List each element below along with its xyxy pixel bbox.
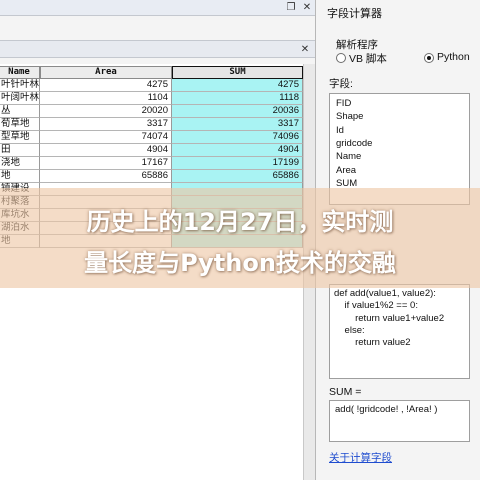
radio-python[interactable] — [424, 53, 434, 63]
name-cell[interactable]: 丛 — [0, 105, 40, 118]
fields-label: 字段: — [329, 78, 353, 90]
table-row[interactable]: 叶阔叶林 1104 1118 — [0, 92, 303, 105]
area-cell[interactable]: 4275 — [40, 79, 172, 92]
field-item[interactable]: FID — [336, 98, 351, 109]
table-row[interactable]: 荀草地 3317 3317 — [0, 118, 303, 131]
name-cell[interactable]: 浇地 — [0, 157, 40, 170]
column-header-sum[interactable]: SUM — [172, 66, 303, 79]
table-toolbar: ✕ — [0, 40, 315, 58]
field-item[interactable]: Shape — [336, 111, 363, 122]
column-header-name[interactable]: Name — [0, 66, 40, 79]
field-item[interactable]: gridcode — [336, 138, 372, 149]
dialog-title: 字段计算器 — [327, 8, 382, 20]
name-cell[interactable]: 叶阔叶林 — [0, 92, 40, 105]
sum-cell[interactable]: 20036 — [172, 105, 303, 118]
table-row[interactable]: 地 65886 65886 — [0, 170, 303, 183]
name-cell[interactable]: 田 — [0, 144, 40, 157]
area-cell[interactable]: 1104 — [40, 92, 172, 105]
code-line: if value1%2 == 0: — [334, 300, 418, 312]
sum-cell[interactable]: 4904 — [172, 144, 303, 157]
sum-cell[interactable]: 3317 — [172, 118, 303, 131]
expression-box[interactable]: add( !gridcode! , !Area! ) — [329, 400, 470, 442]
about-calculating-fields-link[interactable]: 关于计算字段 — [329, 450, 392, 465]
radio-vbscript[interactable] — [336, 53, 346, 63]
headline-line-2: 量长度与Python技术的交融 — [84, 249, 396, 277]
radio-python-label[interactable]: Python — [437, 51, 470, 63]
table-row[interactable]: 叶针叶林 4275 4275 — [0, 79, 303, 92]
area-cell[interactable]: 17167 — [40, 157, 172, 170]
area-cell[interactable]: 4904 — [40, 144, 172, 157]
code-line: return value2 — [334, 337, 411, 349]
area-cell[interactable]: 20020 — [40, 105, 172, 118]
code-line: def add(value1, value2): — [334, 288, 436, 299]
sum-cell[interactable]: 74096 — [172, 131, 303, 144]
code-line: return value1+value2 — [334, 312, 445, 324]
pre-logic-code-box[interactable]: def add(value1, value2): if value1%2 == … — [329, 284, 470, 379]
area-cell[interactable]: 65886 — [40, 170, 172, 183]
sum-cell[interactable]: 4275 — [172, 79, 303, 92]
table-row[interactable]: 田 4904 4904 — [0, 144, 303, 157]
sum-cell[interactable]: 1118 — [172, 92, 303, 105]
headline-line-1: 历史上的12月27日，实时测 — [86, 208, 394, 236]
table-window-titlebar: ❐ ✕ — [0, 0, 315, 16]
restore-icon[interactable]: ❐ — [284, 1, 298, 14]
name-cell[interactable]: 地 — [0, 170, 40, 183]
sum-cell[interactable]: 65886 — [172, 170, 303, 183]
area-cell[interactable]: 74074 — [40, 131, 172, 144]
column-header-area[interactable]: Area — [40, 66, 172, 79]
table-row[interactable]: 丛 20020 20036 — [0, 105, 303, 118]
close-table-icon[interactable]: ✕ — [298, 43, 312, 56]
table-row[interactable]: 浇地 17167 17199 — [0, 157, 303, 170]
name-cell[interactable]: 荀草地 — [0, 118, 40, 131]
expression-text: add( !gridcode! , !Area! ) — [335, 404, 438, 415]
sum-cell[interactable]: 17199 — [172, 157, 303, 170]
close-icon[interactable]: ✕ — [300, 1, 314, 14]
headline-banner: 历史上的12月27日，实时测 量长度与Python技术的交融 — [0, 188, 480, 288]
field-item[interactable]: Area — [336, 165, 356, 176]
name-cell[interactable]: 型草地 — [0, 131, 40, 144]
field-item[interactable]: Name — [336, 151, 361, 162]
area-cell[interactable]: 3317 — [40, 118, 172, 131]
field-item[interactable]: Id — [336, 125, 344, 136]
name-cell[interactable]: 叶针叶林 — [0, 79, 40, 92]
table-row[interactable]: 型草地 74074 74096 — [0, 131, 303, 144]
radio-vbscript-label[interactable]: VB 脚本 — [349, 51, 387, 66]
expression-label: SUM = — [329, 386, 362, 398]
parser-label: 解析程序 — [336, 39, 378, 51]
code-line: else: — [334, 324, 365, 336]
